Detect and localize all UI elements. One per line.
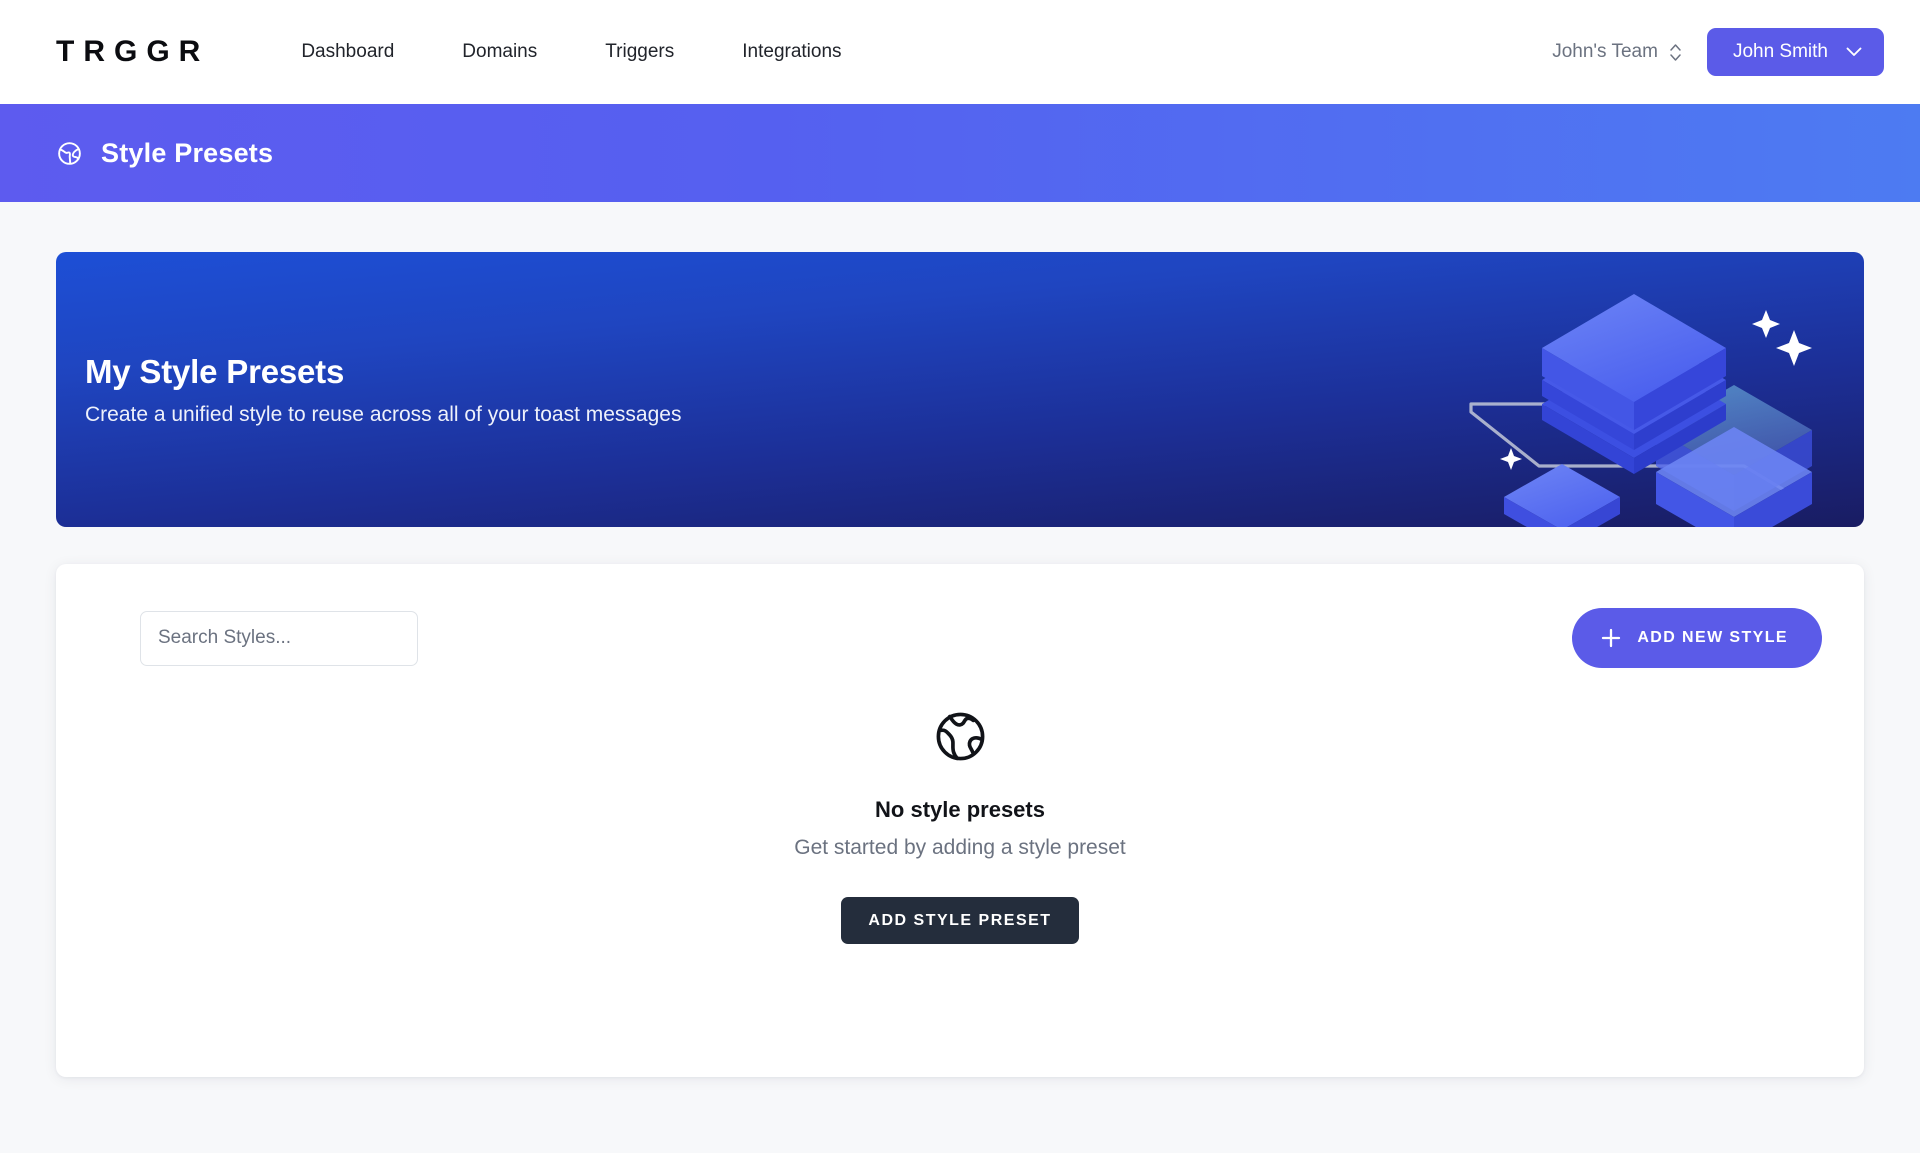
user-menu-button[interactable]: John Smith [1706, 28, 1884, 76]
add-new-style-label: ADD NEW STYLE [1637, 629, 1788, 646]
globe-icon [56, 140, 83, 167]
card-toolbar: ADD NEW STYLE [84, 608, 1836, 668]
top-navigation-bar: TRGGR Dashboard Domains Triggers Integra… [0, 0, 1920, 104]
empty-state-subtitle: Get started by adding a style preset [794, 836, 1126, 859]
app-logo[interactable]: TRGGR [56, 35, 209, 69]
hero-subtitle: Create a unified style to reuse across a… [85, 402, 682, 426]
style-presets-card: ADD NEW STYLE No style presets Get start… [56, 564, 1864, 1077]
nav-right-group: John's Team John Smith [1552, 28, 1884, 76]
page-title: Style Presets [101, 137, 274, 168]
page-body: My Style Presets Create a unified style … [0, 202, 1920, 1153]
add-style-preset-button[interactable]: ADD STYLE PRESET [841, 897, 1079, 944]
nav-item-triggers[interactable]: Triggers [571, 31, 708, 73]
nav-item-domains[interactable]: Domains [428, 31, 571, 73]
add-new-style-button[interactable]: ADD NEW STYLE [1572, 608, 1822, 668]
chevron-down-icon [1846, 47, 1862, 57]
empty-state: No style presets Get started by adding a… [84, 708, 1836, 944]
team-name-label: John's Team [1552, 41, 1658, 62]
chevron-up-down-icon [1670, 43, 1681, 61]
user-name-label: John Smith [1732, 41, 1828, 62]
page-title-band: Style Presets [0, 104, 1920, 202]
team-switcher[interactable]: John's Team [1552, 41, 1681, 63]
empty-state-title: No style presets [875, 797, 1045, 822]
hero-banner: My Style Presets Create a unified style … [56, 252, 1864, 527]
search-input[interactable] [140, 610, 418, 666]
nav-item-dashboard[interactable]: Dashboard [267, 31, 428, 73]
nav-item-integrations[interactable]: Integrations [708, 31, 875, 73]
hero-illustration [1444, 252, 1864, 527]
hero-title: My Style Presets [85, 352, 345, 390]
globe-icon [932, 708, 989, 770]
hero-text-group: My Style Presets Create a unified style … [56, 353, 681, 427]
main-nav-links: Dashboard Domains Triggers Integrations [267, 31, 875, 73]
plus-icon [1600, 627, 1622, 649]
